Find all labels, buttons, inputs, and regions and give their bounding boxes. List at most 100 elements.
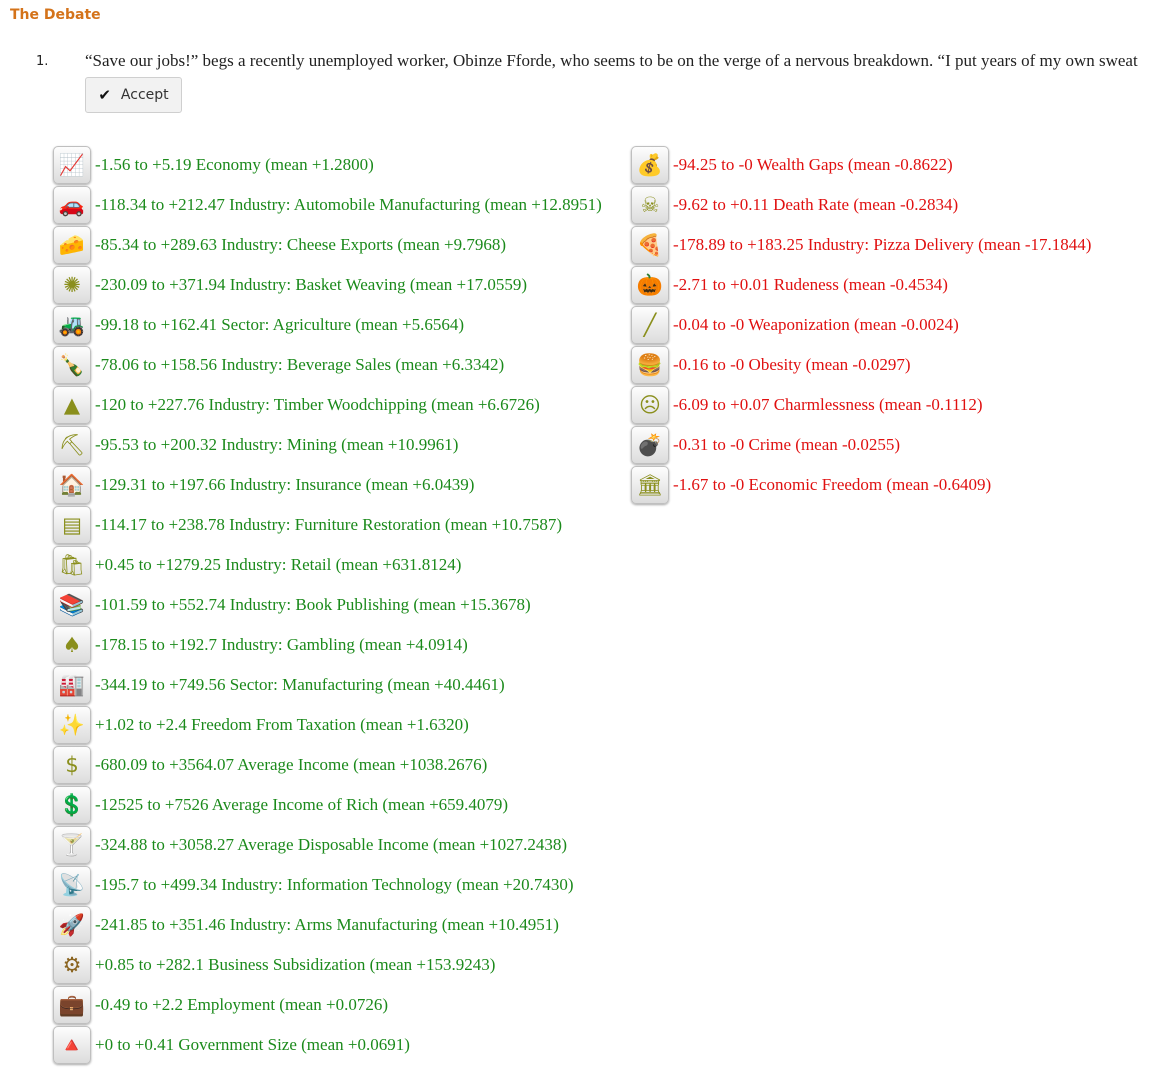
effect-row: 🏭 -344.19 to +749.56 Sector: Manufacturin… xyxy=(53,665,602,705)
effect-text: -178.15 to +192.7 Industry: Gambling (me… xyxy=(95,635,468,654)
effect-text: -99.18 to +162.41 Sector: Agriculture (m… xyxy=(95,315,465,334)
debate-title: The Debate xyxy=(10,7,101,23)
effect-row: 🛍 +0.45 to +1279.25 Industry: Retail (mea… xyxy=(53,545,602,585)
effect-row: 💣 -0.31 to -0 Crime (mean -0.0255) xyxy=(631,425,1091,465)
effect-row: 🎃 -2.71 to +0.01 Rudeness (mean -0.4534) xyxy=(631,265,1091,305)
spade-icon: ♠ xyxy=(53,626,91,664)
skull-icon: ☠ xyxy=(631,186,669,224)
satellite-dish-icon: 📡 xyxy=(53,866,91,904)
effect-row: 🍕 -178.89 to +183.25 Industry: Pizza Deli… xyxy=(631,225,1091,265)
effect-row: ▲ -120 to +227.76 Industry: Timber Woodch… xyxy=(53,385,602,425)
effect-text: +0.85 to +282.1 Business Subsidization (… xyxy=(95,955,496,974)
freedom-monument-icon: 🏛 xyxy=(631,466,669,504)
effect-text: +1.02 to +2.4 Freedom From Taxation (mea… xyxy=(95,715,469,734)
effect-text: -78.06 to +158.56 Industry: Beverage Sal… xyxy=(95,355,505,374)
effect-text: -680.09 to +3564.07 Average Income (mean… xyxy=(95,755,488,774)
effect-text: -0.16 to -0 Obesity (mean -0.0297) xyxy=(673,355,911,374)
effect-row: ✺ -230.09 to +371.94 Industry: Basket Wea… xyxy=(53,265,602,305)
effect-row: 💼 -0.49 to +2.2 Employment (mean +0.0726) xyxy=(53,985,602,1025)
dollar-icon: $ xyxy=(53,746,91,784)
effect-text: -1.56 to +5.19 Economy (mean +1.2800) xyxy=(95,155,374,174)
accept-label: Accept xyxy=(120,87,169,103)
cocktail-icon: 🍸 xyxy=(53,826,91,864)
effect-row: 🧀 -85.34 to +289.63 Industry: Cheese Expo… xyxy=(53,225,602,265)
gears-icon: ⚙ xyxy=(53,946,91,984)
effect-text: -2.71 to +0.01 Rudeness (mean -0.4534) xyxy=(673,275,948,294)
car-icon: 🚗 xyxy=(53,186,91,224)
bottle-icon: 🍾 xyxy=(53,346,91,384)
basket-icon: ✺ xyxy=(53,266,91,304)
dollar-coin-icon: 💲 xyxy=(53,786,91,824)
effect-text: -344.19 to +749.56 Sector: Manufacturing… xyxy=(95,675,505,694)
effect-row: 📚 -101.59 to +552.74 Industry: Book Publi… xyxy=(53,585,602,625)
rocket-icon: 🚀 xyxy=(53,906,91,944)
effect-text: -230.09 to +371.94 Industry: Basket Weav… xyxy=(95,275,528,294)
mine-cart-icon: ⛏ xyxy=(53,426,91,464)
effect-text: -129.31 to +197.66 Industry: Insurance (… xyxy=(95,475,475,494)
tractor-icon: 🚜 xyxy=(53,306,91,344)
effect-text: -114.17 to +238.78 Industry: Furniture R… xyxy=(95,515,563,534)
effect-text: -94.25 to -0 Wealth Gaps (mean -0.8622) xyxy=(673,155,953,174)
effect-text: -6.09 to +0.07 Charmlessness (mean -0.11… xyxy=(673,395,983,414)
check-icon: ✔ xyxy=(98,86,111,104)
effect-text: -12525 to +7526 Average Income of Rich (… xyxy=(95,795,509,814)
effect-text: -1.67 to -0 Economic Freedom (mean -0.64… xyxy=(673,475,992,494)
effect-row: ✨ +1.02 to +2.4 Freedom From Taxation (me… xyxy=(53,705,602,745)
effect-row: ⛏ -95.53 to +200.32 Industry: Mining (mea… xyxy=(53,425,602,465)
effect-row: ⚙ +0.85 to +282.1 Business Subsidization … xyxy=(53,945,602,985)
effect-text: -178.89 to +183.25 Industry: Pizza Deliv… xyxy=(673,235,1092,254)
debate-option: 1. “Save our jobs!” begs a recently unem… xyxy=(36,49,1161,119)
effect-row: ☹ -6.09 to +0.07 Charmlessness (mean -0.1… xyxy=(631,385,1091,425)
effect-row: 🚀 -241.85 to +351.46 Industry: Arms Manuf… xyxy=(53,905,602,945)
magic-wand-icon: ✨ xyxy=(53,706,91,744)
cheese-icon: 🧀 xyxy=(53,226,91,264)
stick-icon: ╱ xyxy=(631,306,669,344)
effect-row: ♠ -178.15 to +192.7 Industry: Gambling (m… xyxy=(53,625,602,665)
effect-row: 🚗 -118.34 to +212.47 Industry: Automobile… xyxy=(53,185,602,225)
effect-text: +0 to +0.41 Government Size (mean +0.069… xyxy=(95,1035,410,1054)
effect-text: +0.45 to +1279.25 Industry: Retail (mean… xyxy=(95,555,462,574)
option-number: 1. xyxy=(36,54,49,69)
effect-text: -118.34 to +212.47 Industry: Automobile … xyxy=(95,195,602,214)
effect-text: -120 to +227.76 Industry: Timber Woodchi… xyxy=(95,395,540,414)
shopping-bag-icon: 🛍 xyxy=(53,546,91,584)
accept-button[interactable]: ✔ Accept xyxy=(85,77,182,113)
money-bags-icon: 💰 xyxy=(631,146,669,184)
effect-row: 🔺 +0 to +0.41 Government Size (mean +0.06… xyxy=(53,1025,602,1065)
pyramid-icon: 🔺 xyxy=(53,1026,91,1064)
negative-effects-list: 💰 -94.25 to -0 Wealth Gaps (mean -0.8622)… xyxy=(631,145,1091,505)
effect-text: -241.85 to +351.46 Industry: Arms Manufa… xyxy=(95,915,559,934)
factory-icon: 🏭 xyxy=(53,666,91,704)
effect-text: -0.04 to -0 Weaponization (mean -0.0024) xyxy=(673,315,959,334)
effect-row: $ -680.09 to +3564.07 Average Income (mea… xyxy=(53,745,602,785)
house-icon: 🏠 xyxy=(53,466,91,504)
bomb-icon: 💣 xyxy=(631,426,669,464)
effect-text: -85.34 to +289.63 Industry: Cheese Expor… xyxy=(95,235,507,254)
effect-text: -324.88 to +3058.27 Average Disposable I… xyxy=(95,835,568,854)
effect-row: 💰 -94.25 to -0 Wealth Gaps (mean -0.8622) xyxy=(631,145,1091,185)
effect-text: -95.53 to +200.32 Industry: Mining (mean… xyxy=(95,435,459,454)
option-text: “Save our jobs!” begs a recently unemplo… xyxy=(85,51,1138,70)
effect-row: ☠ -9.62 to +0.11 Death Rate (mean -0.2834… xyxy=(631,185,1091,225)
pizza-icon: 🍕 xyxy=(631,226,669,264)
effect-row: 💲 -12525 to +7526 Average Income of Rich … xyxy=(53,785,602,825)
effect-row: 📡 -195.7 to +499.34 Industry: Information… xyxy=(53,865,602,905)
effect-row: ╱ -0.04 to -0 Weaponization (mean -0.0024… xyxy=(631,305,1091,345)
effect-row: 🍸 -324.88 to +3058.27 Average Disposable … xyxy=(53,825,602,865)
briefcase-icon: 💼 xyxy=(53,986,91,1024)
effect-text: -195.7 to +499.34 Industry: Information … xyxy=(95,875,574,894)
effect-text: -0.49 to +2.2 Employment (mean +0.0726) xyxy=(95,995,389,1014)
gas-mask-icon: ☹ xyxy=(631,386,669,424)
effect-row: 🏛 -1.67 to -0 Economic Freedom (mean -0.6… xyxy=(631,465,1091,505)
dresser-icon: ▤ xyxy=(53,506,91,544)
effect-text: -9.62 to +0.11 Death Rate (mean -0.2834) xyxy=(673,195,959,214)
tree-icon: ▲ xyxy=(53,386,91,424)
effect-row: 🍾 -78.06 to +158.56 Industry: Beverage Sa… xyxy=(53,345,602,385)
chart-icon: 📈 xyxy=(53,146,91,184)
effect-text: -101.59 to +552.74 Industry: Book Publis… xyxy=(95,595,531,614)
fast-food-icon: 🍔 xyxy=(631,346,669,384)
effect-row: ▤ -114.17 to +238.78 Industry: Furniture … xyxy=(53,505,602,545)
effect-row: 🚜 -99.18 to +162.41 Sector: Agriculture (… xyxy=(53,305,602,345)
effect-row: 🍔 -0.16 to -0 Obesity (mean -0.0297) xyxy=(631,345,1091,385)
effect-row: 🏠 -129.31 to +197.66 Industry: Insurance … xyxy=(53,465,602,505)
